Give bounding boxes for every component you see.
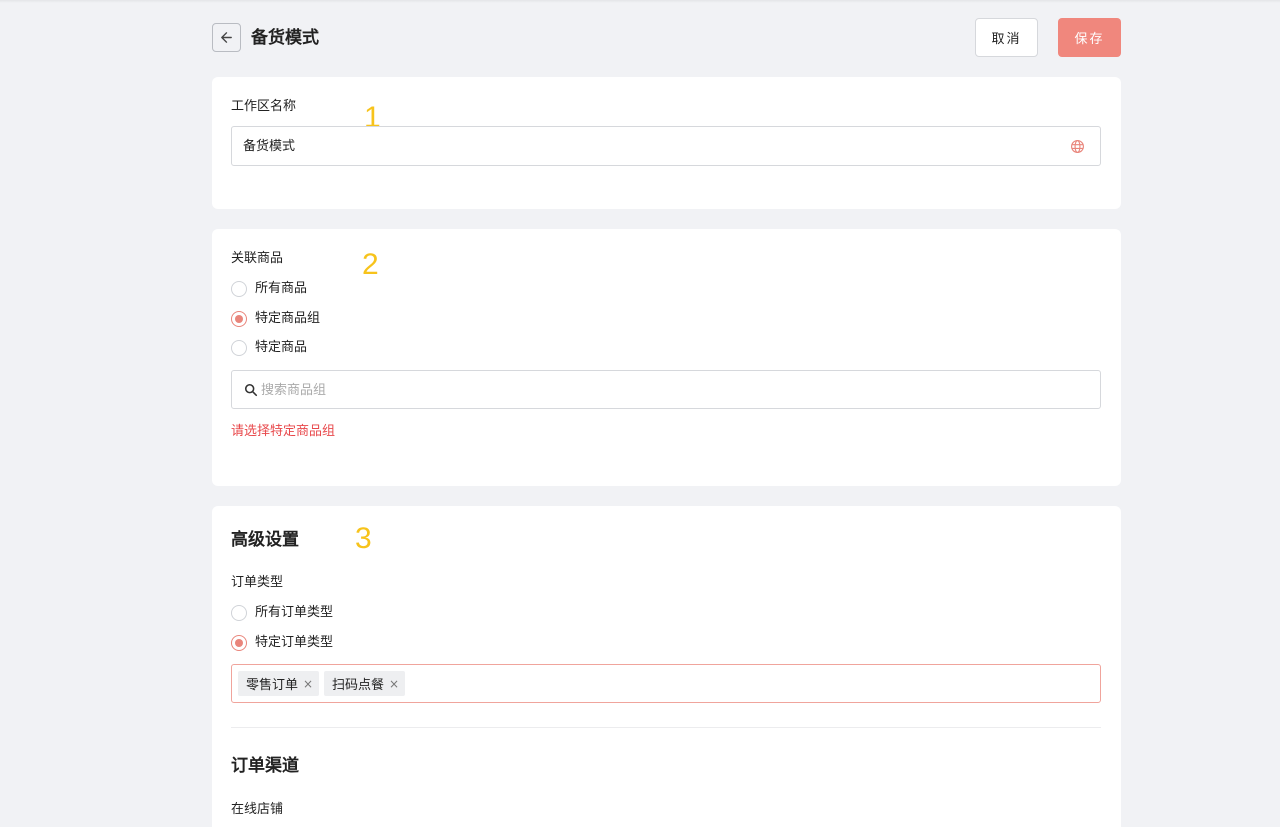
top-shadow: [0, 0, 1280, 3]
cancel-button[interactable]: 取消: [975, 18, 1038, 57]
workspace-name-label: 工作区名称: [231, 99, 297, 114]
order-channel-title: 订单渠道: [231, 756, 299, 776]
close-icon[interactable]: ×: [389, 678, 399, 690]
associated-products-card: 关联商品 2 所有商品 特定商品组 特定商品 搜索商品组 请选择特定商品组: [212, 229, 1121, 486]
advanced-settings-card: 高级设置 3 订单类型 所有订单类型 特定订单类型 零售订单 × 扫码点餐 × …: [212, 506, 1121, 827]
radio-button[interactable]: [231, 340, 247, 356]
section-divider: [231, 727, 1101, 728]
order-type-label: 订单类型: [231, 575, 284, 590]
radio-specific-product-group[interactable]: 特定商品组: [231, 310, 320, 328]
tag-retail-order: 零售订单 ×: [238, 671, 320, 696]
radio-label: 所有商品: [255, 281, 308, 296]
radio-button[interactable]: [231, 281, 247, 297]
workspace-name-input[interactable]: 备货模式: [231, 126, 1101, 166]
radio-all-order-types[interactable]: 所有订单类型: [231, 604, 333, 622]
tag-scan-order: 扫码点餐 ×: [324, 671, 406, 696]
radio-button-checked[interactable]: [231, 311, 247, 327]
radio-all-products[interactable]: 所有商品: [231, 280, 307, 298]
tag-label: 扫码点餐: [332, 678, 385, 693]
back-button[interactable]: [212, 23, 241, 52]
close-icon[interactable]: ×: [303, 678, 313, 690]
page-header: 备货模式 取消 保存: [212, 18, 1121, 57]
advanced-settings-title: 高级设置: [231, 530, 299, 550]
radio-label: 特定订单类型: [255, 635, 334, 650]
online-store-label: 在线店铺: [231, 802, 284, 817]
order-type-tags-input[interactable]: 零售订单 × 扫码点餐 ×: [231, 664, 1101, 703]
annotation-marker-3: 3: [355, 522, 372, 555]
workspace-name-card: 工作区名称 1 备货模式: [212, 77, 1121, 209]
associated-products-label: 关联商品: [231, 251, 284, 266]
annotation-marker-2: 2: [362, 248, 379, 281]
tag-label: 零售订单: [246, 678, 299, 693]
workspace-name-value: 备货模式: [243, 139, 296, 154]
product-group-search-input[interactable]: 搜索商品组: [231, 370, 1101, 409]
radio-label: 特定商品组: [255, 311, 321, 326]
radio-specific-order-types[interactable]: 特定订单类型: [231, 634, 333, 652]
validation-error: 请选择特定商品组: [231, 424, 336, 439]
arrow-left-icon: [221, 32, 232, 43]
radio-label: 特定商品: [255, 340, 308, 355]
radio-label: 所有订单类型: [255, 605, 334, 620]
search-icon: [244, 383, 258, 397]
search-placeholder: 搜索商品组: [261, 383, 327, 398]
page-title: 备货模式: [251, 28, 319, 48]
save-button[interactable]: 保存: [1058, 18, 1121, 57]
radio-button[interactable]: [231, 605, 247, 621]
globe-icon[interactable]: [1070, 139, 1085, 154]
radio-button-checked[interactable]: [231, 635, 247, 651]
radio-specific-products[interactable]: 特定商品: [231, 339, 307, 357]
